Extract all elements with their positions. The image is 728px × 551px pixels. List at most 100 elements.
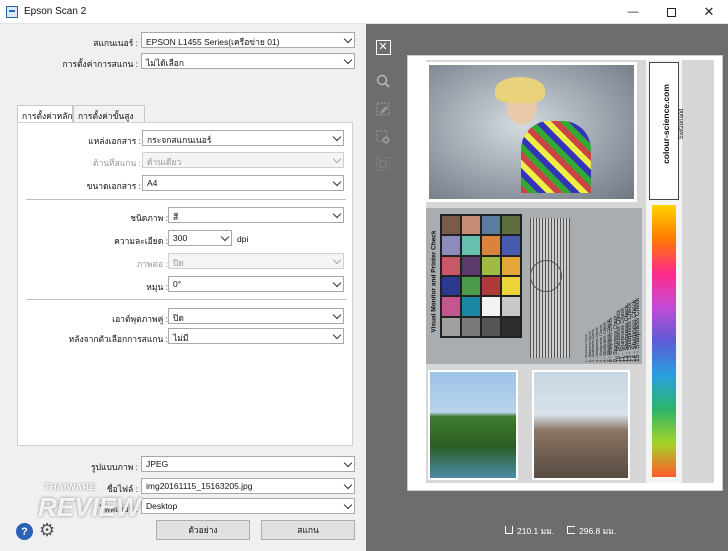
zoom-button[interactable] [374,72,392,90]
chevron-down-icon [332,255,342,265]
chevron-down-icon [332,310,342,320]
image-type-value: สี [173,212,179,222]
chevron-down-icon [343,500,353,510]
maximize-button[interactable] [652,0,690,24]
height-readout-value: 296.8 มม. [579,526,617,536]
hair-shape [495,77,545,103]
document-size-label: ขนาดเอกสาร : [86,181,141,191]
chevron-down-icon [343,34,353,44]
street-photo [532,370,630,480]
chevron-down-icon [332,154,342,164]
color-patch [482,297,500,316]
add-area-button[interactable] [374,128,392,146]
patterned-shirt [521,121,591,193]
folder-select[interactable]: Desktop [141,498,355,514]
image-format-value: JPEG [146,459,169,469]
auto-detect-button[interactable] [374,100,392,118]
color-patch [502,317,520,336]
color-patch [442,317,460,336]
rotate-label: หมุน : [146,282,168,292]
tab-advanced-settings[interactable]: การตั้งค่าขั้นสูง [73,105,145,123]
document-size-value: A4 [147,178,158,188]
document-size-select[interactable]: A4 [142,175,344,191]
document-source-label: แหล่งเอกสาร : [88,136,141,146]
scanning-side-select: ด้านเดียว [142,152,344,168]
sharpness-label: 15 - Sharpness Check [634,297,642,362]
color-patch [502,277,520,296]
main-settings-panel: แหล่งเอกสาร : กระจกสแกนเนอร์ ด้านที่สแกน… [17,122,353,446]
close-preview-button[interactable]: ✕ [374,38,392,56]
chevron-down-icon [332,177,342,187]
resolution-unit: dpi [237,234,249,244]
color-patch [502,256,520,275]
chart-title: Visual Monitor and Printer Check [430,230,438,333]
divider [26,299,346,300]
color-patch [462,216,480,235]
page-height-icon [567,526,575,534]
scanned-image[interactable]: colour-science.com Switzerland Visual Mo… [426,60,714,483]
brand-box: colour-science.com Switzerland [649,62,685,200]
remove-area-button[interactable] [374,155,392,173]
help-icon[interactable]: ? [16,523,33,540]
document-source-select[interactable]: กระจกสแกนเนอร์ [142,130,344,146]
gear-icon[interactable]: ⚙ [39,520,55,541]
resolution-label: ความละเอียด : [114,236,168,246]
chevron-down-icon [343,55,353,65]
color-patch [462,236,480,255]
color-patch [442,297,460,316]
color-patch [442,216,460,235]
color-patch [442,256,460,275]
rotate-select[interactable]: 0° [168,276,344,292]
double-output-select[interactable]: ปิด [168,308,344,324]
add-area-icon [376,130,390,144]
chevron-down-icon [332,132,342,142]
color-patch [502,216,520,235]
minimize-button[interactable]: — [614,0,652,24]
watermark-line2: REVIEW [38,492,141,522]
scan-button[interactable]: สแกน [261,520,355,540]
color-patch [482,317,500,336]
scan-settings-value: ไม่ได้เลือก [146,58,185,68]
folder-value: Desktop [146,501,178,511]
brand-strip: colour-science.com Switzerland [646,60,685,483]
image-type-select[interactable]: สี [168,207,344,223]
landscape-photo [428,370,518,480]
watermark-line1: THAIWARE [44,482,96,492]
rainbow-scale [652,205,676,477]
sharpness-list: 1 - Sharpness Check 2 - Sharpness Check 3 … [582,212,642,362]
color-patch [482,236,500,255]
color-patch [442,277,460,296]
chevron-down-icon [332,278,342,288]
auto-detect-icon [376,102,390,116]
file-name-select[interactable]: img20161115_15163205.jpg [141,478,355,494]
page-width-icon [505,526,513,534]
preview-button[interactable]: ตัวอย่าง [156,520,250,540]
rotate-value: 0° [173,279,182,289]
minimize-icon: — [627,6,639,18]
close-window-button[interactable]: ✕ [690,0,728,24]
close-icon: ✕ [375,39,391,55]
epson-scan-app-icon [6,6,18,18]
scan-settings-select[interactable]: ไม่ได้เลือก [141,53,355,69]
color-patch [502,236,520,255]
preview-panel: ✕ colour-science.com Switzerland Visual … [366,24,728,551]
image-format-select[interactable]: JPEG [141,456,355,472]
zoom-icon [376,74,390,88]
resolution-select[interactable]: 300 [168,230,232,246]
stitch-select: ปิด [168,253,344,269]
scanner-select[interactable]: EPSON L1455 Series(เครือข่าย 01) [141,32,355,48]
height-readout: 296.8 มม. [567,524,616,538]
color-patch [442,236,460,255]
double-output-label: เอาต์พุตภาพคู่ : [112,314,168,324]
stitch-label: ภาพต่อ : [136,259,168,269]
color-patch [462,256,480,275]
scan-settings-label: การตั้งค่าการสแกน : [62,59,138,69]
color-patch-grid [440,214,522,338]
scanning-side-label: ด้านที่สแกน : [92,158,141,168]
country-label: Switzerland [679,108,685,140]
portrait-photo [426,62,637,202]
settings-panel: สแกนเนอร์ : EPSON L1455 Series(เครือข่าย… [0,24,366,551]
chevron-down-icon [220,232,230,242]
after-scan-select[interactable]: ไม่มี [168,328,344,344]
color-patch [462,317,480,336]
